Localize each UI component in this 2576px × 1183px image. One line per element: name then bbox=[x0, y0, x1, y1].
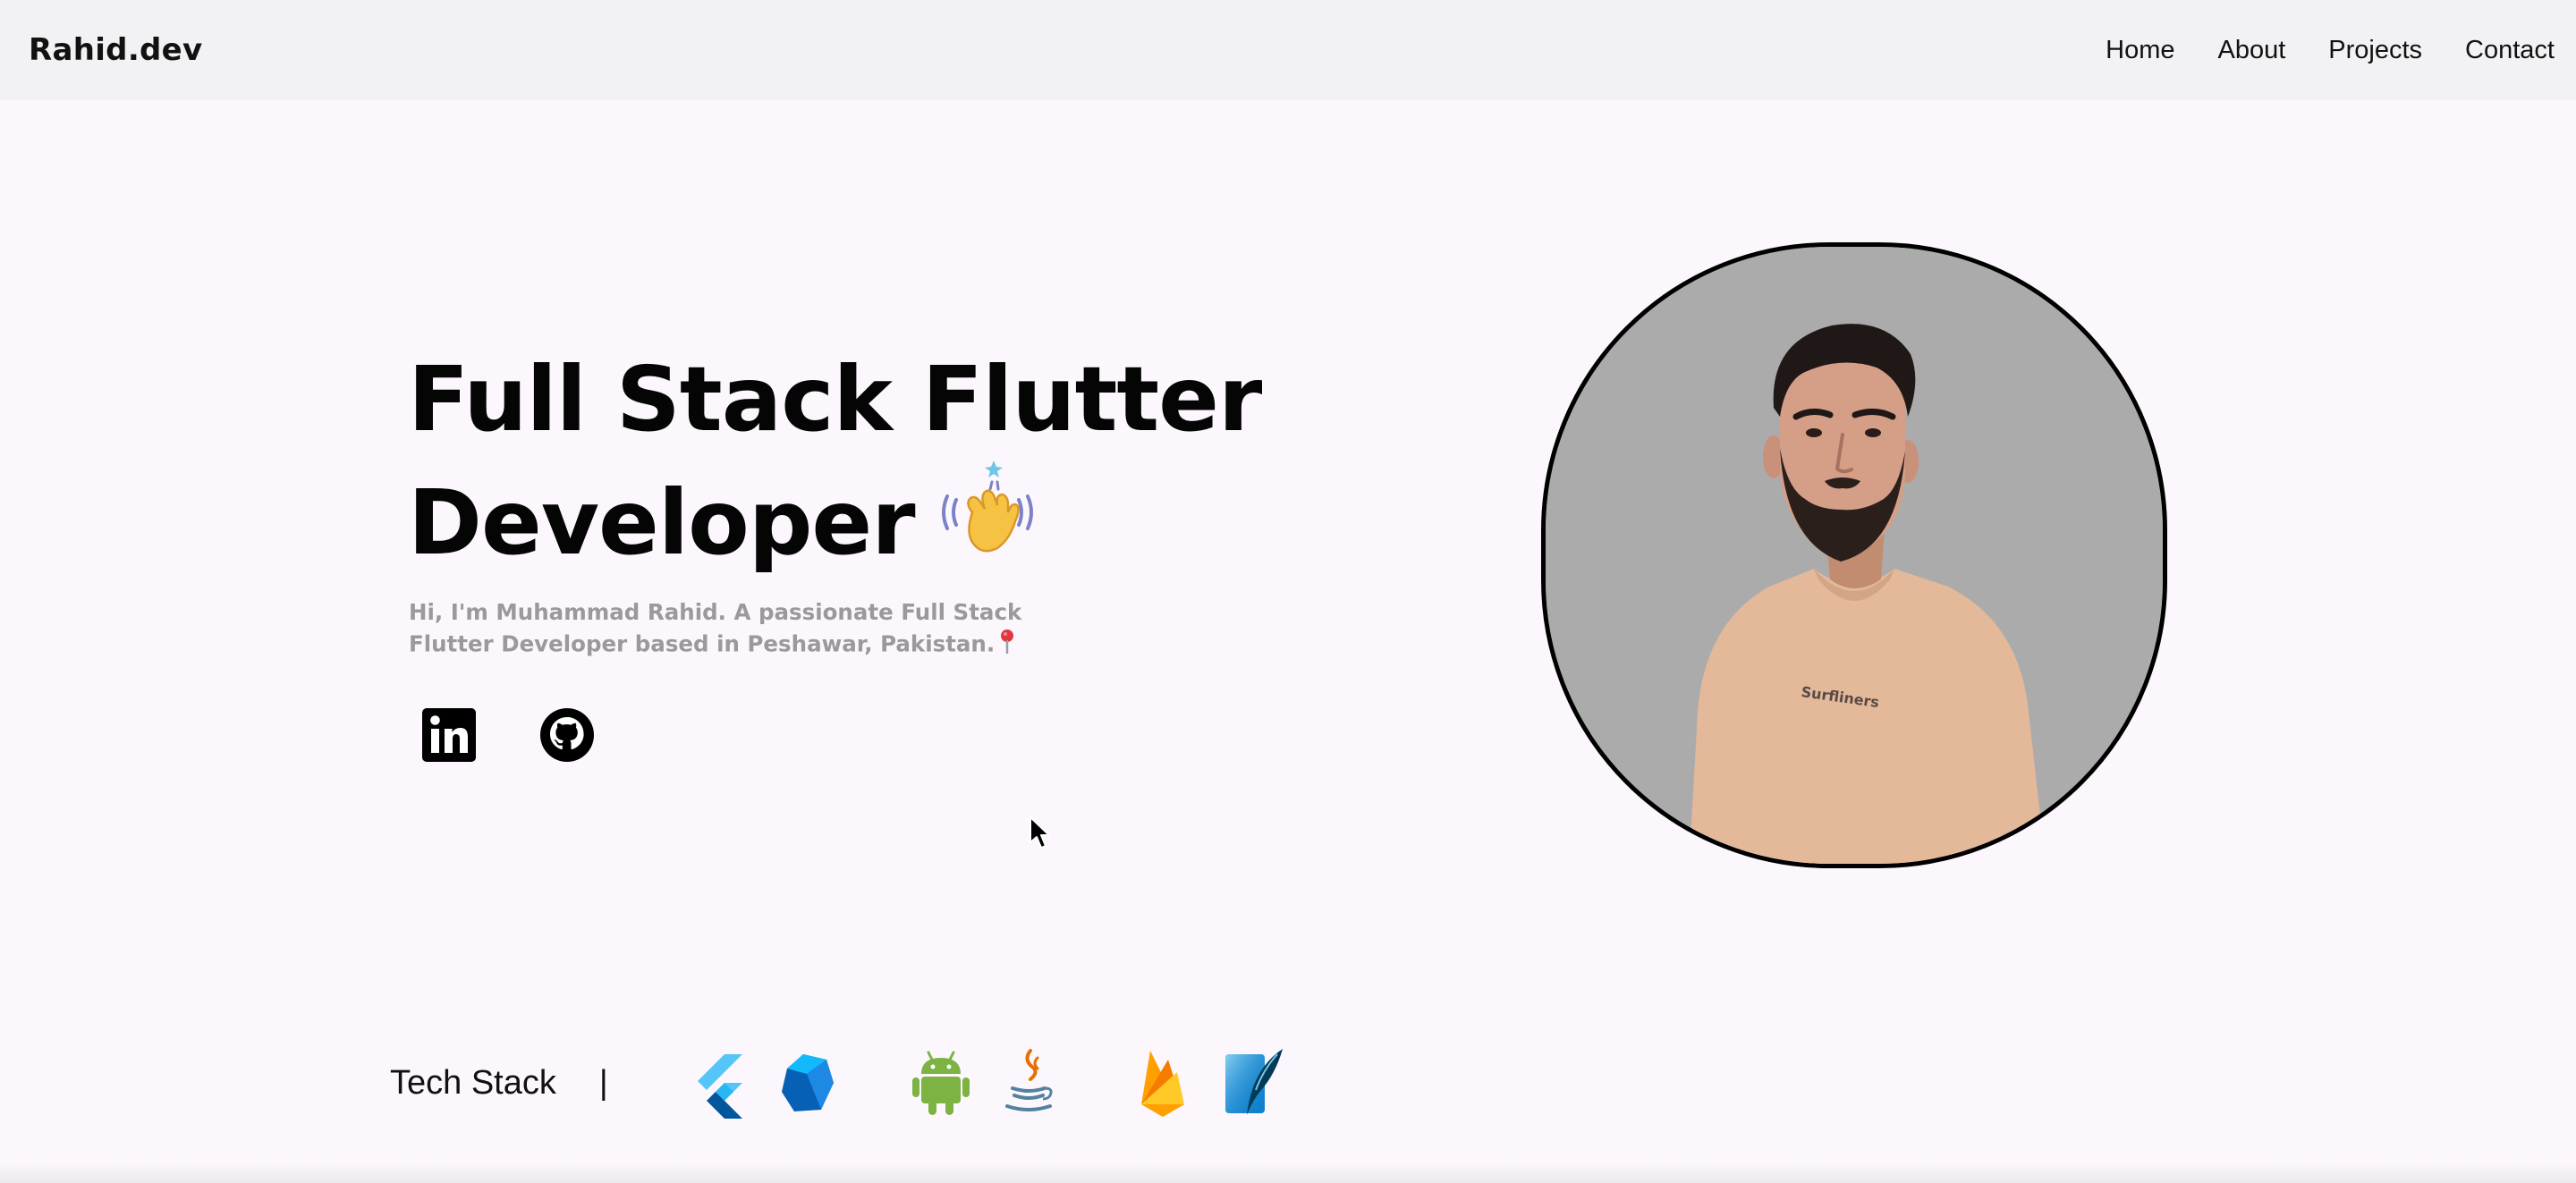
hero-description: Hi, I'm Muhammad Rahid. A passionate Ful… bbox=[409, 597, 1089, 663]
nav-link-about[interactable]: About bbox=[2217, 25, 2285, 75]
android-icon bbox=[909, 1047, 973, 1119]
hero-title: Full Stack Flutter Developer bbox=[408, 338, 1302, 594]
tech-stack-label: Tech Stack bbox=[390, 1064, 556, 1102]
nav-link-contact[interactable]: Contact bbox=[2465, 25, 2555, 75]
hero-title-line1: Full Stack Flutter bbox=[408, 347, 1262, 452]
linkedin-icon[interactable] bbox=[420, 706, 478, 764]
github-icon[interactable] bbox=[538, 706, 596, 764]
firebase-icon bbox=[1131, 1047, 1195, 1119]
profile-photo: Surfliners bbox=[1541, 242, 2167, 868]
hero-title-line2: Developer bbox=[408, 470, 916, 575]
social-links bbox=[420, 706, 596, 764]
nav-link-home[interactable]: Home bbox=[2106, 25, 2174, 75]
tech-stack-separator: | bbox=[598, 1064, 608, 1102]
map-pin-icon bbox=[996, 628, 1018, 663]
section-divider-shadow bbox=[0, 1162, 2576, 1183]
flutter-icon bbox=[687, 1047, 751, 1119]
nav-links: Home About Projects Contact bbox=[2106, 25, 2555, 75]
tech-stack-icons bbox=[687, 1047, 1286, 1119]
hero-description-text: Hi, I'm Muhammad Rahid. A passionate Ful… bbox=[409, 599, 1022, 657]
page: Rahid.dev Home About Projects Contact Fu… bbox=[0, 0, 2576, 1183]
mouse-cursor-icon bbox=[1029, 815, 1052, 851]
java-icon bbox=[996, 1047, 1061, 1119]
waving-hand-icon bbox=[938, 459, 1044, 588]
brand-logo[interactable]: Rahid.dev bbox=[29, 25, 203, 75]
tech-stack: Tech Stack | bbox=[390, 1043, 1286, 1123]
dart-icon bbox=[775, 1047, 839, 1119]
hero-title-line2-row: Developer bbox=[408, 461, 1302, 594]
navbar: Rahid.dev Home About Projects Contact bbox=[0, 0, 2576, 99]
nav-link-projects[interactable]: Projects bbox=[2328, 25, 2422, 75]
sqlite-icon bbox=[1222, 1047, 1286, 1119]
